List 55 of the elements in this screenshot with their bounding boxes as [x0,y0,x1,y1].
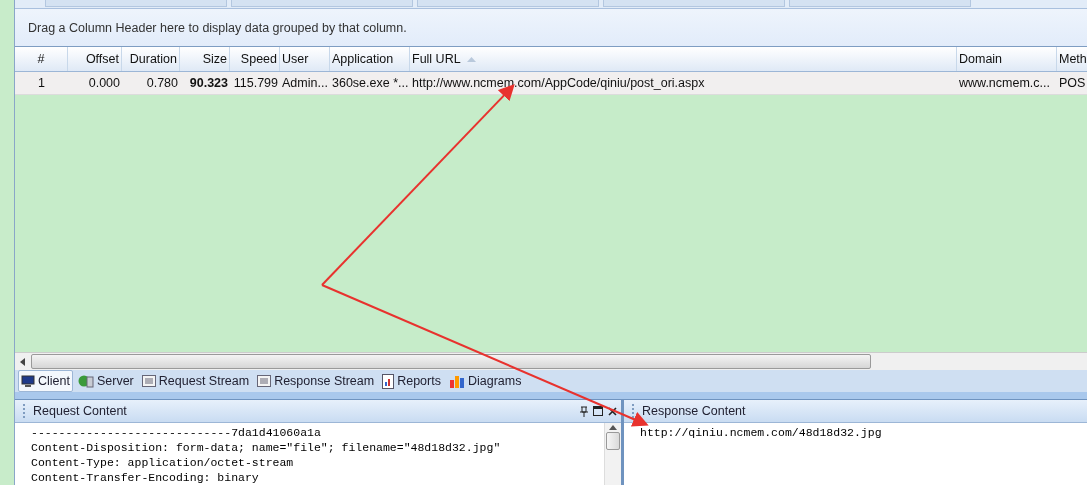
tab[interactable]: Reports [379,370,444,392]
column-header[interactable]: Full URL [410,47,957,71]
content-line: http://qiniu.ncmem.com/48d18d32.jpg [640,425,883,440]
table-cell-text: 0.000 [87,75,121,92]
bar-chart-icon [448,374,465,388]
tab[interactable]: Server [74,370,137,392]
table-cell-text: http://www.ncmem.com/AppCode/qiniu/post_ori.aspx [411,75,706,92]
toolbar-tab-edge[interactable] [417,0,599,7]
toolbar-tab-edge[interactable] [231,0,413,7]
pin-icon[interactable] [580,405,588,417]
content-line: Content-Disposition: form-data; name="file"; filename="48d18d32.jpg" [31,440,502,455]
content-line: -----------------------------7da1d41060a1a [31,425,322,440]
maximize-icon[interactable] [593,406,603,416]
table-cell-text: www.ncmem.c... [958,75,1051,92]
column-header[interactable]: Offset [68,47,122,71]
table-row[interactable]: 1 0.000 0.780 90.323 115.799 Admin... 360se.exe *... http://www.ncmem.com/AppCode/qiniu/post_ori.aspx www.ncmem.c... POS [15,72,1087,95]
scroll-up-icon[interactable] [609,425,617,430]
column-header[interactable]: Size [180,47,230,71]
content-line: Content-Transfer-Encoding: binary [31,470,260,485]
tab[interactable]: Client [18,370,73,392]
column-header[interactable]: Domain [957,47,1057,71]
toolbar-tab-edge[interactable] [603,0,785,7]
table-cell-text: Admin... [281,75,329,92]
monitor-icon [21,374,35,388]
toolbar-tab-edge[interactable] [45,0,227,7]
table-cell-text: 360se.exe *... [331,75,410,92]
document-icon [257,375,272,387]
table-cell-text: 0.780 [145,75,179,92]
toolbar-tab-edge[interactable] [789,0,971,7]
sort-ascending-icon [466,56,476,62]
table-cell-text: POS [1058,75,1087,92]
column-header[interactable]: Application [330,47,410,71]
table-cell-text: 1 [37,75,46,92]
table-cell-text: 115.799 [232,75,279,92]
column-header[interactable]: # [15,47,68,71]
content-line: Content-Type: application/octet-stream [31,455,295,470]
server-globe-icon [77,374,94,388]
dock-splitter[interactable] [15,392,1087,400]
tab[interactable]: Request Stream [138,370,253,392]
column-header[interactable]: Meth [1057,47,1087,71]
report-icon [382,373,395,389]
column-header[interactable]: User [280,47,330,71]
group-hint: Drag a Column Header here to display data grouped by that column. [28,20,407,35]
table-cell-text: 90.323 [188,75,229,92]
column-header[interactable]: Speed [230,47,280,71]
scroll-left-icon[interactable] [19,357,25,366]
close-icon[interactable] [608,406,617,416]
vertical-scrollbar[interactable] [604,423,621,485]
document-icon [141,375,156,387]
tab[interactable]: Diagrams [445,370,525,392]
panel-title: Request Content [33,404,127,418]
horizontal-scrollbar[interactable] [15,352,1087,370]
tab[interactable]: Response Stream [254,370,378,392]
panel-title: Response Content [642,404,746,418]
column-header[interactable]: Duration [122,47,180,71]
